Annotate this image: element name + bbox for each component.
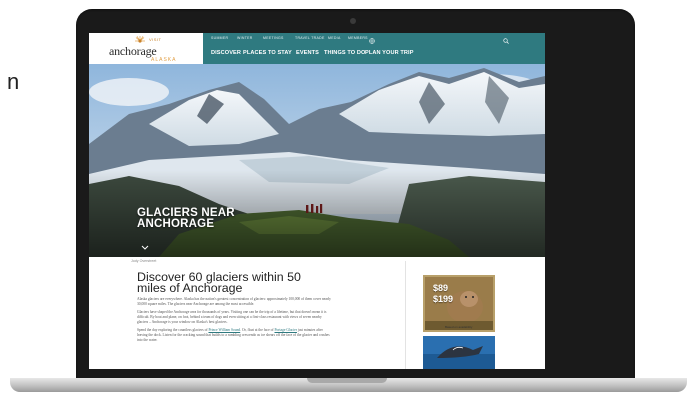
- nav-plan-your-trip[interactable]: PLAN YOUR TRIP: [365, 50, 414, 56]
- hero-title: GLACIERS NEAR ANCHORAGE: [137, 207, 297, 230]
- portage-glacier-link[interactable]: Portage Glacier: [274, 328, 296, 332]
- nav-events[interactable]: EVENTS: [296, 50, 319, 56]
- article-heading: Discover 60 glaciers within 50 miles of …: [137, 270, 301, 295]
- nav-top-travel-trade[interactable]: TRAVEL TRADE: [295, 36, 325, 40]
- article-paragraph: Glaciers have shaped the Anchorage area …: [137, 310, 327, 324]
- ad-note: Based on availability: [445, 325, 473, 329]
- sidebar-ad-wildlife[interactable]: $89 $199 Based on availability: [423, 275, 495, 332]
- logo-visit-text: VISIT: [149, 37, 162, 42]
- hero-banner: GLACIERS NEAR ANCHORAGE: [89, 64, 545, 257]
- main-navigation: SUMMER WINTER MEETINGS TRAVEL TRADE MEDI…: [203, 33, 545, 64]
- nav-top-meetings[interactable]: MEETINGS: [263, 36, 284, 40]
- nav-places-to-stay[interactable]: PLACES TO STAY: [243, 50, 292, 56]
- article-paragraph: Alaska glaciers are everywhere. Alaska h…: [137, 297, 331, 306]
- search-icon[interactable]: [503, 38, 509, 44]
- paragraph-text: Spend the day exploring the countless gl…: [137, 328, 209, 332]
- prince-william-sound-link[interactable]: Prince William Sound: [208, 328, 240, 332]
- photo-credit: Jody Overstreet: [131, 259, 157, 263]
- ad-price-2: $199: [433, 294, 454, 304]
- article-body: Discover 60 glaciers within 50 miles of …: [137, 270, 333, 343]
- whale-photo: [423, 336, 495, 369]
- nav-things-to-do[interactable]: THINGS TO DO: [324, 50, 366, 56]
- ad-price-1: $89: [433, 283, 449, 293]
- laptop-screen: VISIT anchorage ALASKA SUMMER WINTER MEE…: [89, 33, 545, 369]
- secondary-nav: SUMMER WINTER MEETINGS TRAVEL TRADE MEDI…: [203, 36, 545, 44]
- laptop-hinge-notch: [307, 378, 387, 383]
- logo-wordmark: anchorage: [109, 44, 157, 58]
- sidebar-divider: [405, 261, 406, 369]
- globe-icon[interactable]: [369, 38, 375, 44]
- nav-top-members[interactable]: MEMBERS: [348, 36, 368, 40]
- site-header: VISIT anchorage ALASKA SUMMER WINTER MEE…: [89, 33, 545, 64]
- nav-top-media[interactable]: MEDIA: [328, 36, 341, 40]
- nav-top-winter[interactable]: WINTER: [237, 36, 253, 40]
- primary-nav: DISCOVER PLACES TO STAY EVENTS THINGS TO…: [203, 50, 545, 60]
- camera-dot: [350, 18, 356, 24]
- hero-title-line-2: ANCHORAGE: [137, 218, 215, 230]
- page-edge-text: n: [7, 69, 20, 94]
- nav-discover[interactable]: DISCOVER: [211, 50, 241, 56]
- paragraph-text: . Or, float at the face of: [240, 328, 275, 332]
- nav-top-summer[interactable]: SUMMER: [211, 36, 228, 40]
- sidebar-ad-whale[interactable]: [423, 336, 495, 369]
- chevron-down-icon[interactable]: [141, 245, 149, 251]
- logo-subtext: ALASKA: [151, 57, 177, 63]
- article-paragraph: Spend the day exploring the countless gl…: [137, 328, 333, 343]
- site-logo[interactable]: VISIT anchorage ALASKA: [89, 33, 203, 64]
